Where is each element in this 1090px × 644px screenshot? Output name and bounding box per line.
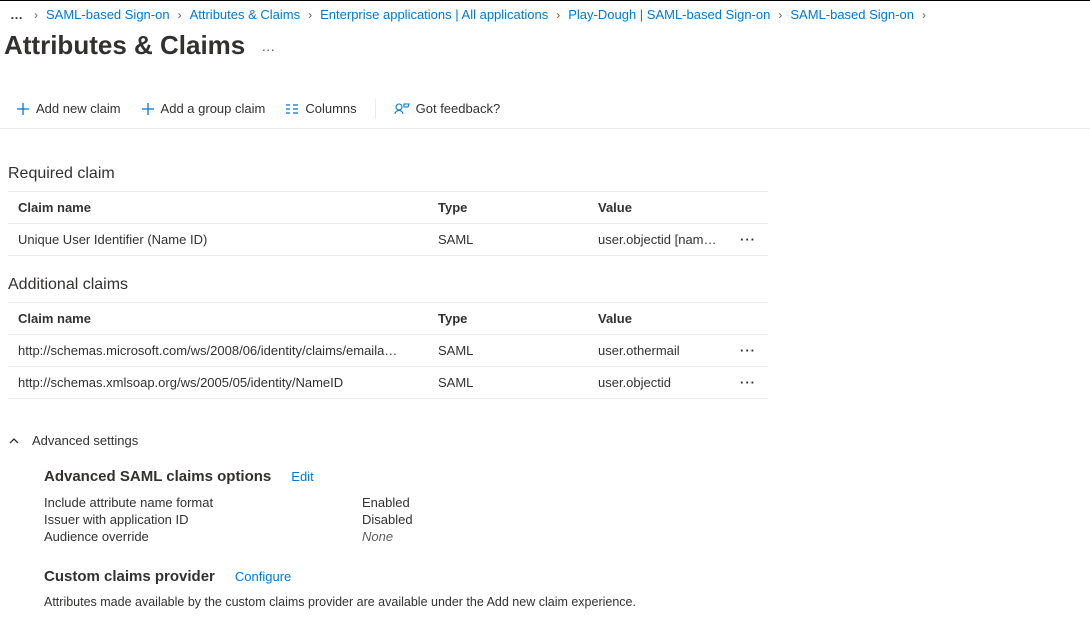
toolbar-label: Columns xyxy=(305,101,356,116)
plus-icon xyxy=(141,102,155,116)
col-header-type[interactable]: Type xyxy=(428,303,588,335)
saml-options-title: Advanced SAML claims options xyxy=(44,468,271,485)
breadcrumb-item[interactable]: SAML-based Sign-on xyxy=(790,7,914,22)
cell-claim-type: SAML xyxy=(428,367,588,399)
columns-button[interactable]: Columns xyxy=(277,97,364,120)
col-header-type[interactable]: Type xyxy=(428,192,588,224)
toolbar-label: Add new claim xyxy=(36,101,121,116)
custom-provider-description: Attributes made available by the custom … xyxy=(44,595,1082,609)
plus-icon xyxy=(16,102,30,116)
chevron-right-icon: › xyxy=(304,8,316,22)
breadcrumb-item[interactable]: Enterprise applications | All applicatio… xyxy=(320,7,548,22)
col-header-value[interactable]: Value xyxy=(588,303,728,335)
chevron-right-icon: › xyxy=(174,8,186,22)
row-more-icon[interactable]: ··· xyxy=(740,343,756,358)
cell-claim-value: user.objectid [nameid-fo… xyxy=(588,224,728,256)
toolbar: Add new claim Add a group claim Columns … xyxy=(0,89,1090,129)
chevron-right-icon: › xyxy=(552,8,564,22)
breadcrumb-overflow[interactable]: … xyxy=(8,7,26,22)
feedback-icon xyxy=(394,102,410,116)
additional-claims-table: Claim name Type Value http://schemas.mic… xyxy=(8,302,768,399)
cell-claim-value: user.othermail xyxy=(588,335,728,367)
breadcrumb-item[interactable]: Attributes & Claims xyxy=(190,7,301,22)
configure-link[interactable]: Configure xyxy=(235,569,291,584)
table-row[interactable]: http://schemas.xmlsoap.org/ws/2005/05/id… xyxy=(8,367,768,399)
additional-claims-title: Additional claims xyxy=(8,276,1082,294)
columns-icon xyxy=(285,102,299,116)
breadcrumb-item[interactable]: Play-Dough | SAML-based Sign-on xyxy=(568,7,770,22)
cell-claim-type: SAML xyxy=(428,335,588,367)
custom-provider-title: Custom claims provider xyxy=(44,568,215,585)
chevron-right-icon: › xyxy=(774,8,786,22)
col-header-name[interactable]: Claim name xyxy=(8,303,428,335)
toolbar-label: Got feedback? xyxy=(416,101,501,116)
add-group-claim-button[interactable]: Add a group claim xyxy=(133,97,274,120)
table-row[interactable]: Unique User Identifier (Name ID) SAML us… xyxy=(8,224,768,256)
cell-claim-name: http://schemas.microsoft.com/ws/2008/06/… xyxy=(8,335,428,367)
cell-claim-value: user.objectid xyxy=(588,367,728,399)
breadcrumb: … › SAML-based Sign-on › Attributes & Cl… xyxy=(0,1,1090,26)
option-value: Enabled xyxy=(362,495,410,510)
col-header-name[interactable]: Claim name xyxy=(8,192,428,224)
col-header-value[interactable]: Value xyxy=(588,192,728,224)
toolbar-label: Add a group claim xyxy=(161,101,266,116)
option-key: Audience override xyxy=(44,529,362,544)
chevron-right-icon: › xyxy=(30,8,42,22)
option-value: Disabled xyxy=(362,512,413,527)
toolbar-divider xyxy=(375,99,376,119)
table-row[interactable]: http://schemas.microsoft.com/ws/2008/06/… xyxy=(8,335,768,367)
chevron-right-icon: › xyxy=(918,8,930,22)
cell-claim-type: SAML xyxy=(428,224,588,256)
chevron-up-icon xyxy=(8,435,20,447)
row-more-icon[interactable]: ··· xyxy=(740,375,756,390)
option-value: None xyxy=(362,529,393,544)
cell-claim-name: http://schemas.xmlsoap.org/ws/2005/05/id… xyxy=(8,367,428,399)
breadcrumb-item[interactable]: SAML-based Sign-on xyxy=(46,7,170,22)
advanced-settings-label: Advanced settings xyxy=(32,433,138,448)
cell-claim-name: Unique User Identifier (Name ID) xyxy=(8,224,428,256)
option-key: Issuer with application ID xyxy=(44,512,362,527)
required-claims-table: Claim name Type Value Unique User Identi… xyxy=(8,191,768,256)
feedback-button[interactable]: Got feedback? xyxy=(386,97,509,120)
page-more-icon[interactable]: … xyxy=(261,38,276,54)
add-new-claim-button[interactable]: Add new claim xyxy=(8,97,129,120)
row-more-icon[interactable]: ··· xyxy=(740,232,756,247)
advanced-settings-toggle[interactable]: Advanced settings xyxy=(8,429,138,452)
required-claim-title: Required claim xyxy=(8,165,1082,183)
page-title: Attributes & Claims xyxy=(4,30,245,61)
option-key: Include attribute name format xyxy=(44,495,362,510)
edit-link[interactable]: Edit xyxy=(291,469,313,484)
